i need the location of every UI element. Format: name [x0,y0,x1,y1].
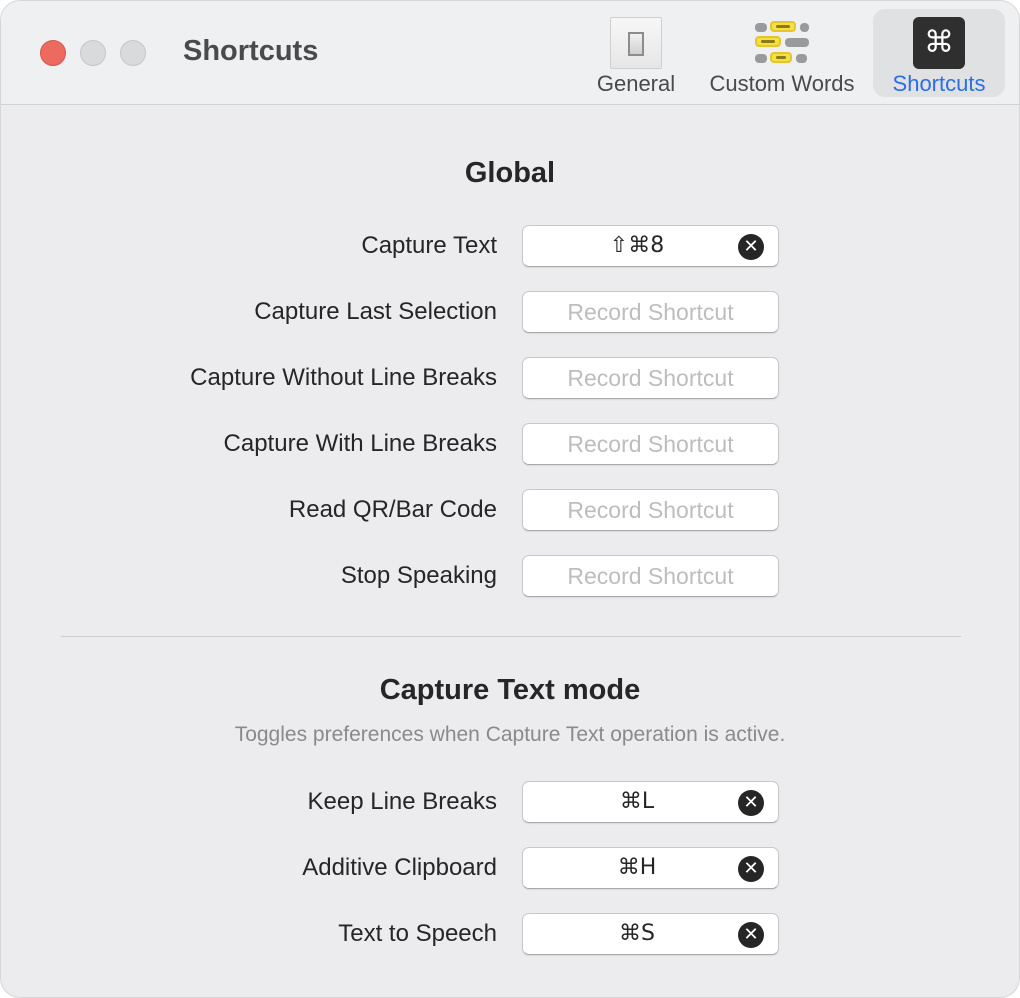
record-shortcut-placeholder: Record Shortcut [567,299,734,325]
shortcut-field-keep-line-breaks[interactable]: ⌘L ✕ [522,781,779,823]
preferences-window: Shortcuts General Custom Words ⌘ Shortcu… [0,0,1020,998]
tab-shortcuts[interactable]: ⌘ Shortcuts [873,9,1005,97]
shortcut-field-capture-with-line-breaks[interactable]: Record Shortcut [522,423,779,465]
minimize-button[interactable] [80,40,106,66]
record-shortcut-placeholder: Record Shortcut [567,497,734,523]
row-label: Capture Last Selection [254,298,497,325]
command-key-icon: ⌘ [913,17,965,69]
close-button[interactable] [40,40,66,66]
shortcut-field-additive-clipboard[interactable]: ⌘H ✕ [522,847,779,889]
toggle-switch-icon [610,17,662,69]
clear-shortcut-icon[interactable]: ✕ [738,856,764,882]
shortcut-keys: ⌘S [619,921,655,946]
zoom-button[interactable] [120,40,146,66]
clear-shortcut-icon[interactable]: ✕ [738,922,764,948]
capture-mode-subtitle: Toggles preferences when Capture Text op… [234,723,786,746]
row-label: Text to Speech [338,920,497,947]
clear-shortcut-icon[interactable]: ✕ [738,234,764,260]
shortcut-field-capture-text[interactable]: ⇧⌘8 ✕ [522,225,779,267]
row-label: Keep Line Breaks [307,788,497,815]
shortcut-keys: ⌘H [617,855,657,880]
tab-general-label: General [596,71,676,96]
row-label: Capture Text [361,232,497,259]
capture-mode-section-title: Capture Text mode [379,674,641,706]
row-label: Capture With Line Breaks [223,430,497,457]
record-shortcut-placeholder: Record Shortcut [567,563,734,589]
shortcut-field-text-to-speech[interactable]: ⌘S ✕ [522,913,779,955]
shortcut-field-capture-without-line-breaks[interactable]: Record Shortcut [522,357,779,399]
row-label: Capture Without Line Breaks [190,364,497,391]
custom-words-icon [755,21,809,65]
record-shortcut-placeholder: Record Shortcut [567,431,734,457]
title-bar: Shortcuts General Custom Words ⌘ Shortcu… [1,1,1019,105]
shortcut-keys: ⇧⌘8 [609,233,665,258]
shortcut-keys: ⌘L [619,789,655,814]
tab-custom-words-label: Custom Words [709,71,855,96]
window-title: Shortcuts [183,35,319,67]
shortcut-field-capture-last-selection[interactable]: Record Shortcut [522,291,779,333]
tab-custom-words[interactable]: Custom Words [701,9,863,97]
shortcut-field-read-qr-bar-code[interactable]: Record Shortcut [522,489,779,531]
section-divider [61,636,961,637]
clear-shortcut-icon[interactable]: ✕ [738,790,764,816]
row-label: Stop Speaking [340,562,497,589]
record-shortcut-placeholder: Record Shortcut [567,365,734,391]
shortcut-field-stop-speaking[interactable]: Record Shortcut [522,555,779,597]
global-section-title: Global [464,157,556,189]
tab-shortcuts-label: Shortcuts [892,71,986,96]
row-label: Additive Clipboard [302,854,497,881]
row-label: Read QR/Bar Code [288,496,497,523]
tab-general[interactable]: General [591,9,681,97]
